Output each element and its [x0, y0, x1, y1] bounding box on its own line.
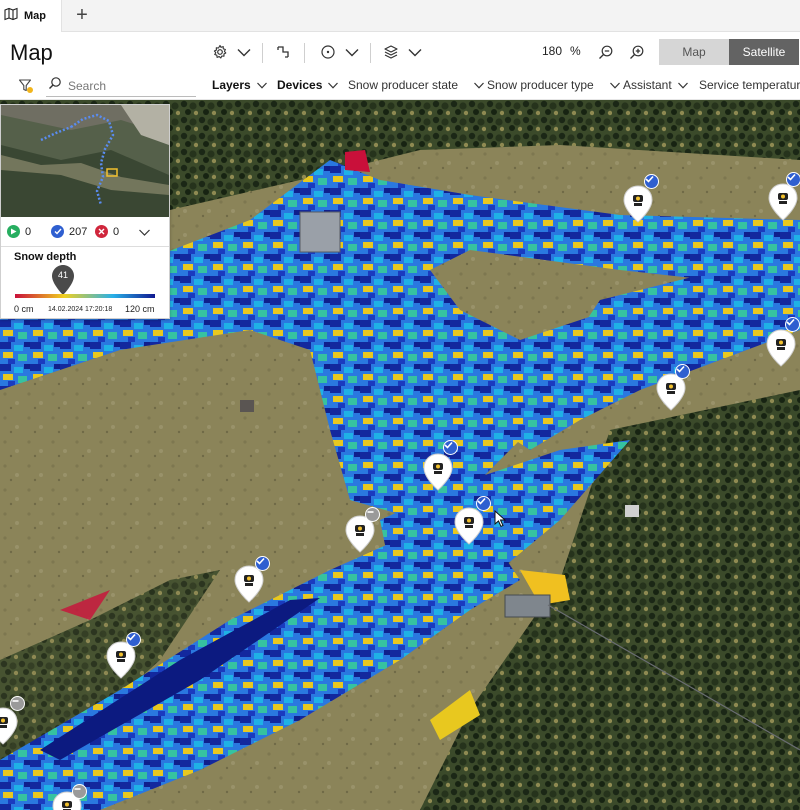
filter-label: Service temperature [699, 78, 800, 92]
timer-icon[interactable] [318, 42, 338, 62]
layers-icon[interactable] [381, 42, 401, 62]
page-header: Map 180 % Map Satellite [0, 32, 800, 72]
legend-max-label: 120 cm [125, 304, 155, 314]
legend-title: Snow depth [14, 251, 77, 263]
filter-label: Layers [212, 78, 251, 92]
zoom-out-icon[interactable] [596, 42, 616, 62]
snow-gun-marker[interactable] [104, 632, 141, 682]
chevron-down-icon [677, 82, 688, 89]
snow-gun-marker[interactable] [0, 696, 25, 748]
overview-minimap[interactable] [1, 105, 169, 217]
tab-map[interactable]: Map [0, 0, 62, 32]
plus-icon[interactable]: + [72, 5, 92, 25]
snow-gun-marker[interactable] [621, 174, 659, 226]
tab-strip: Map + [0, 0, 800, 32]
tab-label: Map [24, 10, 46, 22]
snow-gun-marker[interactable] [232, 556, 270, 606]
gear-icon[interactable] [210, 42, 230, 62]
legend-timestamp: 14.02.2024 17:20:18 [48, 306, 113, 313]
minus-icon [365, 507, 380, 522]
status-count: 0 [113, 225, 120, 238]
play-icon [7, 225, 20, 238]
snow-gun-marker[interactable] [421, 440, 458, 494]
check-icon [126, 632, 141, 647]
chevron-down-icon [328, 82, 339, 89]
overview-panel: 0 207 0 Snow depth 41 0 cm 14.02.2024 17… [0, 104, 170, 319]
chevron-down-icon[interactable] [405, 42, 425, 62]
map-pin-icon [766, 329, 796, 367]
search-input[interactable] [68, 78, 188, 93]
snow-gun-marker[interactable] [343, 507, 380, 556]
close-icon [95, 225, 108, 238]
mouse-cursor-icon [494, 510, 506, 528]
check-icon [785, 317, 800, 332]
check-icon [476, 496, 491, 511]
filter-icon[interactable] [18, 78, 34, 94]
chevron-down-icon [609, 82, 620, 89]
status-count: 207 [69, 225, 88, 238]
snow-gun-marker[interactable] [452, 496, 491, 548]
search-box[interactable] [46, 75, 196, 97]
legend-gradient-bar [15, 294, 155, 298]
device-status-row: 0 207 0 [1, 217, 169, 247]
filter-assistant[interactable]: Assistant [623, 78, 688, 92]
snow-gun-marker[interactable] [764, 317, 800, 370]
filter-snow-producer-state[interactable]: Snow producer state [348, 78, 485, 92]
check-icon [255, 556, 270, 571]
check-icon [443, 440, 458, 455]
legend-value-pin-icon [52, 265, 74, 295]
snow-gun-marker[interactable] [654, 364, 690, 414]
filter-service-temperature[interactable]: Service temperature [699, 78, 800, 92]
map-icon [4, 7, 18, 26]
chevron-down-icon [474, 82, 485, 89]
filter-label: Snow producer type [487, 78, 594, 92]
legend-value: 41 [57, 270, 68, 280]
snow-gun-marker[interactable] [766, 172, 800, 224]
check-icon [786, 172, 800, 187]
check-icon [675, 364, 690, 379]
status-running[interactable]: 0 [7, 225, 47, 238]
chevron-down-icon[interactable] [139, 223, 150, 241]
filter-bar: Layers Devices Snow producer state Snow … [0, 72, 800, 100]
filter-label: Devices [277, 78, 323, 92]
satellite-view-button[interactable]: Satellite [729, 39, 799, 65]
map-view-button[interactable]: Map [659, 39, 729, 65]
check-icon [51, 225, 64, 238]
snow-gun-marker[interactable] [50, 784, 87, 810]
page-title: Map [10, 40, 53, 65]
search-icon [48, 76, 62, 95]
minus-icon [72, 784, 87, 799]
chevron-down-icon [256, 82, 267, 89]
status-error[interactable]: 0 [95, 225, 135, 238]
filter-layers[interactable]: Layers [212, 78, 267, 92]
route-icon[interactable] [273, 42, 293, 62]
status-count: 0 [25, 225, 32, 238]
check-icon [644, 174, 659, 189]
zoom-in-icon[interactable] [627, 42, 647, 62]
filter-label: Assistant [623, 78, 672, 92]
status-ready[interactable]: 207 [51, 225, 91, 238]
legend-min-label: 0 cm [14, 304, 34, 314]
map-pin-icon [423, 453, 453, 491]
zoom-unit: % [570, 44, 581, 58]
chevron-down-icon[interactable] [234, 42, 254, 62]
zoom-level: 180 [542, 44, 563, 58]
chevron-down-icon[interactable] [342, 42, 362, 62]
minus-icon [10, 696, 25, 711]
filter-snow-producer-type[interactable]: Snow producer type [487, 78, 620, 92]
filter-label: Snow producer state [348, 78, 459, 92]
filter-devices[interactable]: Devices [277, 78, 339, 92]
